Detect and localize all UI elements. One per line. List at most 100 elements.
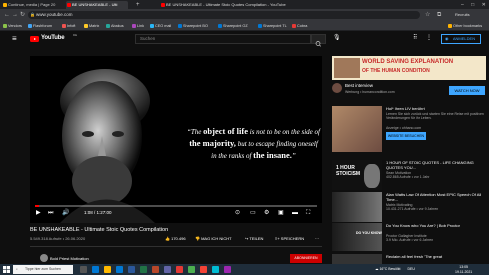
app-icon[interactable] [176,266,183,273]
bookmark-item[interactable]: Vendors [3,22,22,30]
progress-bar[interactable] [35,205,317,207]
subscribe-button[interactable]: ABONNIEREN [290,254,322,263]
bookmark-icon [258,24,262,28]
bookmark-item[interactable]: Sharepoint TL [258,22,287,30]
profile-button[interactable]: Recruits [455,11,485,19]
watch-now-button[interactable]: WATCH NOW [449,86,485,95]
more-actions-icon[interactable]: ⋯ [315,236,319,241]
search-input[interactable]: Suchen [135,34,311,44]
reload-icon[interactable]: ↻ [20,10,25,20]
signin-button[interactable]: ◉ ANMELDEN [441,34,481,44]
extensions-icon[interactable]: ⧉ [437,10,441,20]
window-controls[interactable]: – □ ✕ [455,1,489,9]
forward-icon[interactable]: → [12,10,18,20]
video-player[interactable]: “The object of life is not to be on the … [30,56,322,223]
system-tray[interactable]: ☁ 16°C Bewölkt DEU [375,264,415,275]
file-explorer-icon[interactable] [104,266,111,273]
powerpoint-icon[interactable] [152,266,159,273]
play-icon[interactable]: ▶ [36,208,41,218]
rec-title: Reclaim all feel fresh 'The great [386,254,443,259]
rec-sponsor: Anzeige • ohhano.com [386,126,422,130]
language-indicator: DEU [407,267,415,271]
bookmark-icon [132,24,136,28]
fullscreen-icon[interactable]: ⛶ [306,208,310,218]
youtube-logo-icon[interactable] [30,36,39,42]
theater-mode-icon[interactable]: ▬ [292,208,298,218]
bookmark-item[interactable]: CEO mail [150,22,171,30]
divider [30,246,322,247]
youtube-logo-text[interactable]: YouTube [41,35,65,41]
acrobat-icon[interactable] [200,266,207,273]
video-title: BE UNSHAKEABLE - Ultimate Stoic Quotes C… [30,227,169,233]
other-bookmarks[interactable]: Other bookmarks [448,22,482,30]
rec-meta: 3.9 Mio. Aufrufe • vor 6 Jahren [386,238,434,242]
task-view-icon[interactable] [80,266,87,273]
taskbar-search-input[interactable]: ⌕ Tippe hier zum Suchen [13,265,73,274]
word-icon[interactable] [128,266,135,273]
ad-title: Best interview [345,83,374,88]
visit-website-button[interactable]: WEBSITE BESUCHEN [386,132,426,140]
statue-image [364,164,380,188]
windows-start-icon[interactable] [3,266,10,273]
tab-continue-media[interactable]: Continue, media | Page 20 [2,1,64,9]
rec-title: Alan Watts Law Of Attention Most EPIC Sp… [386,192,482,202]
back-icon[interactable]: ← [4,10,10,20]
like-button[interactable]: 👍 170.496 [165,236,186,241]
bookmark-item[interactable]: Sharepoint BO [178,22,208,30]
channel-name[interactable]: Bold Priest Motivation [50,256,89,261]
bookmark-icon [292,24,296,28]
bookmark-icon [62,24,66,28]
edge-icon[interactable] [92,266,99,273]
excel-icon[interactable] [140,266,147,273]
tab-youtube-video[interactable]: BE UNSHAKEABLE - Ulti [66,1,128,9]
volume-icon[interactable]: 🔊 [62,208,69,218]
rec-meta: 402.865 Aufrufe • vor 1 Jahr [386,175,430,179]
new-tab-button[interactable]: + [130,1,140,9]
youtube-favicon-icon [161,3,165,7]
bookmark-item[interactable]: Abakus [106,22,124,30]
settings-icon[interactable]: ⋮ [426,34,432,41]
next-icon[interactable]: ⏭ [48,208,53,218]
chrome-icon[interactable] [188,266,195,273]
subtitles-icon[interactable]: ▭ [250,208,256,218]
bookmark-item[interactable]: Infoft [62,22,75,30]
advertiser-avatar [332,83,342,93]
teams-icon[interactable] [164,266,171,273]
menu-icon[interactable]: ≡ [12,34,17,43]
autoplay-toggle-icon[interactable]: ⊙ [235,208,240,218]
bookmark-item[interactable]: Cobra [292,22,307,30]
save-button[interactable]: ≡+ SPEICHERN [275,236,304,241]
window-title: BE UNSHAKEABLE - Ultimate Stoic Quotes C… [160,1,360,9]
recommended-ad[interactable]: Hol* Ihren LIV berührt Lernen Sie sich z… [332,106,486,158]
tab-favicon-icon [3,3,7,7]
recommended-video[interactable]: 1 HOUR STOICISM 1 HOUR OF STOIC QUOTES -… [332,160,486,196]
folder-icon [448,24,452,28]
url-input[interactable]: 🔒 www.youtube.com [28,11,420,19]
bookmark-item[interactable]: Flashforum [28,22,52,30]
dislike-button[interactable]: 👎 MAG ICH NICHT [195,236,232,241]
bookmark-icon [28,24,32,28]
app-icon[interactable] [212,266,219,273]
channel-avatar[interactable] [40,254,48,262]
search-button[interactable] [311,34,326,47]
marcus-aurelius-bust-image [30,56,180,223]
miniplayer-icon[interactable]: ▣ [278,208,284,218]
bookmarks-bar: Vendors Flashforum Infoft Matrix Abakus … [0,21,489,31]
bookmark-item[interactable]: Link [132,22,144,30]
outlook-icon[interactable] [116,266,123,273]
recommended-video[interactable]: Reclaim all feel fresh 'The great [332,254,486,264]
app-icon[interactable] [224,266,231,273]
rec-thumbnail [332,106,382,152]
ad-sub: Werbung • humancondition.com [345,90,395,94]
bookmark-item[interactable]: Matrix [84,22,99,30]
bookmark-item[interactable]: Sharepoint OZ [218,22,248,30]
star-icon[interactable]: ☆ [425,10,430,20]
browser-tab-strip: Continue, media | Page 20 BE UNSHAKEABLE… [0,0,489,9]
clock[interactable]: 13:05 19.11.2021 [455,265,472,274]
progress-fill [35,205,39,207]
share-button[interactable]: ↪ TEILEN [245,236,263,241]
apps-grid-icon[interactable]: ⠿ [413,34,417,41]
microphone-icon[interactable]: 🎙 [333,34,341,41]
ad-banner[interactable]: WORLD SAVING EXPLANATION OF THE HUMAN CO… [332,56,486,80]
settings-gear-icon[interactable]: ⚙ [264,208,269,218]
